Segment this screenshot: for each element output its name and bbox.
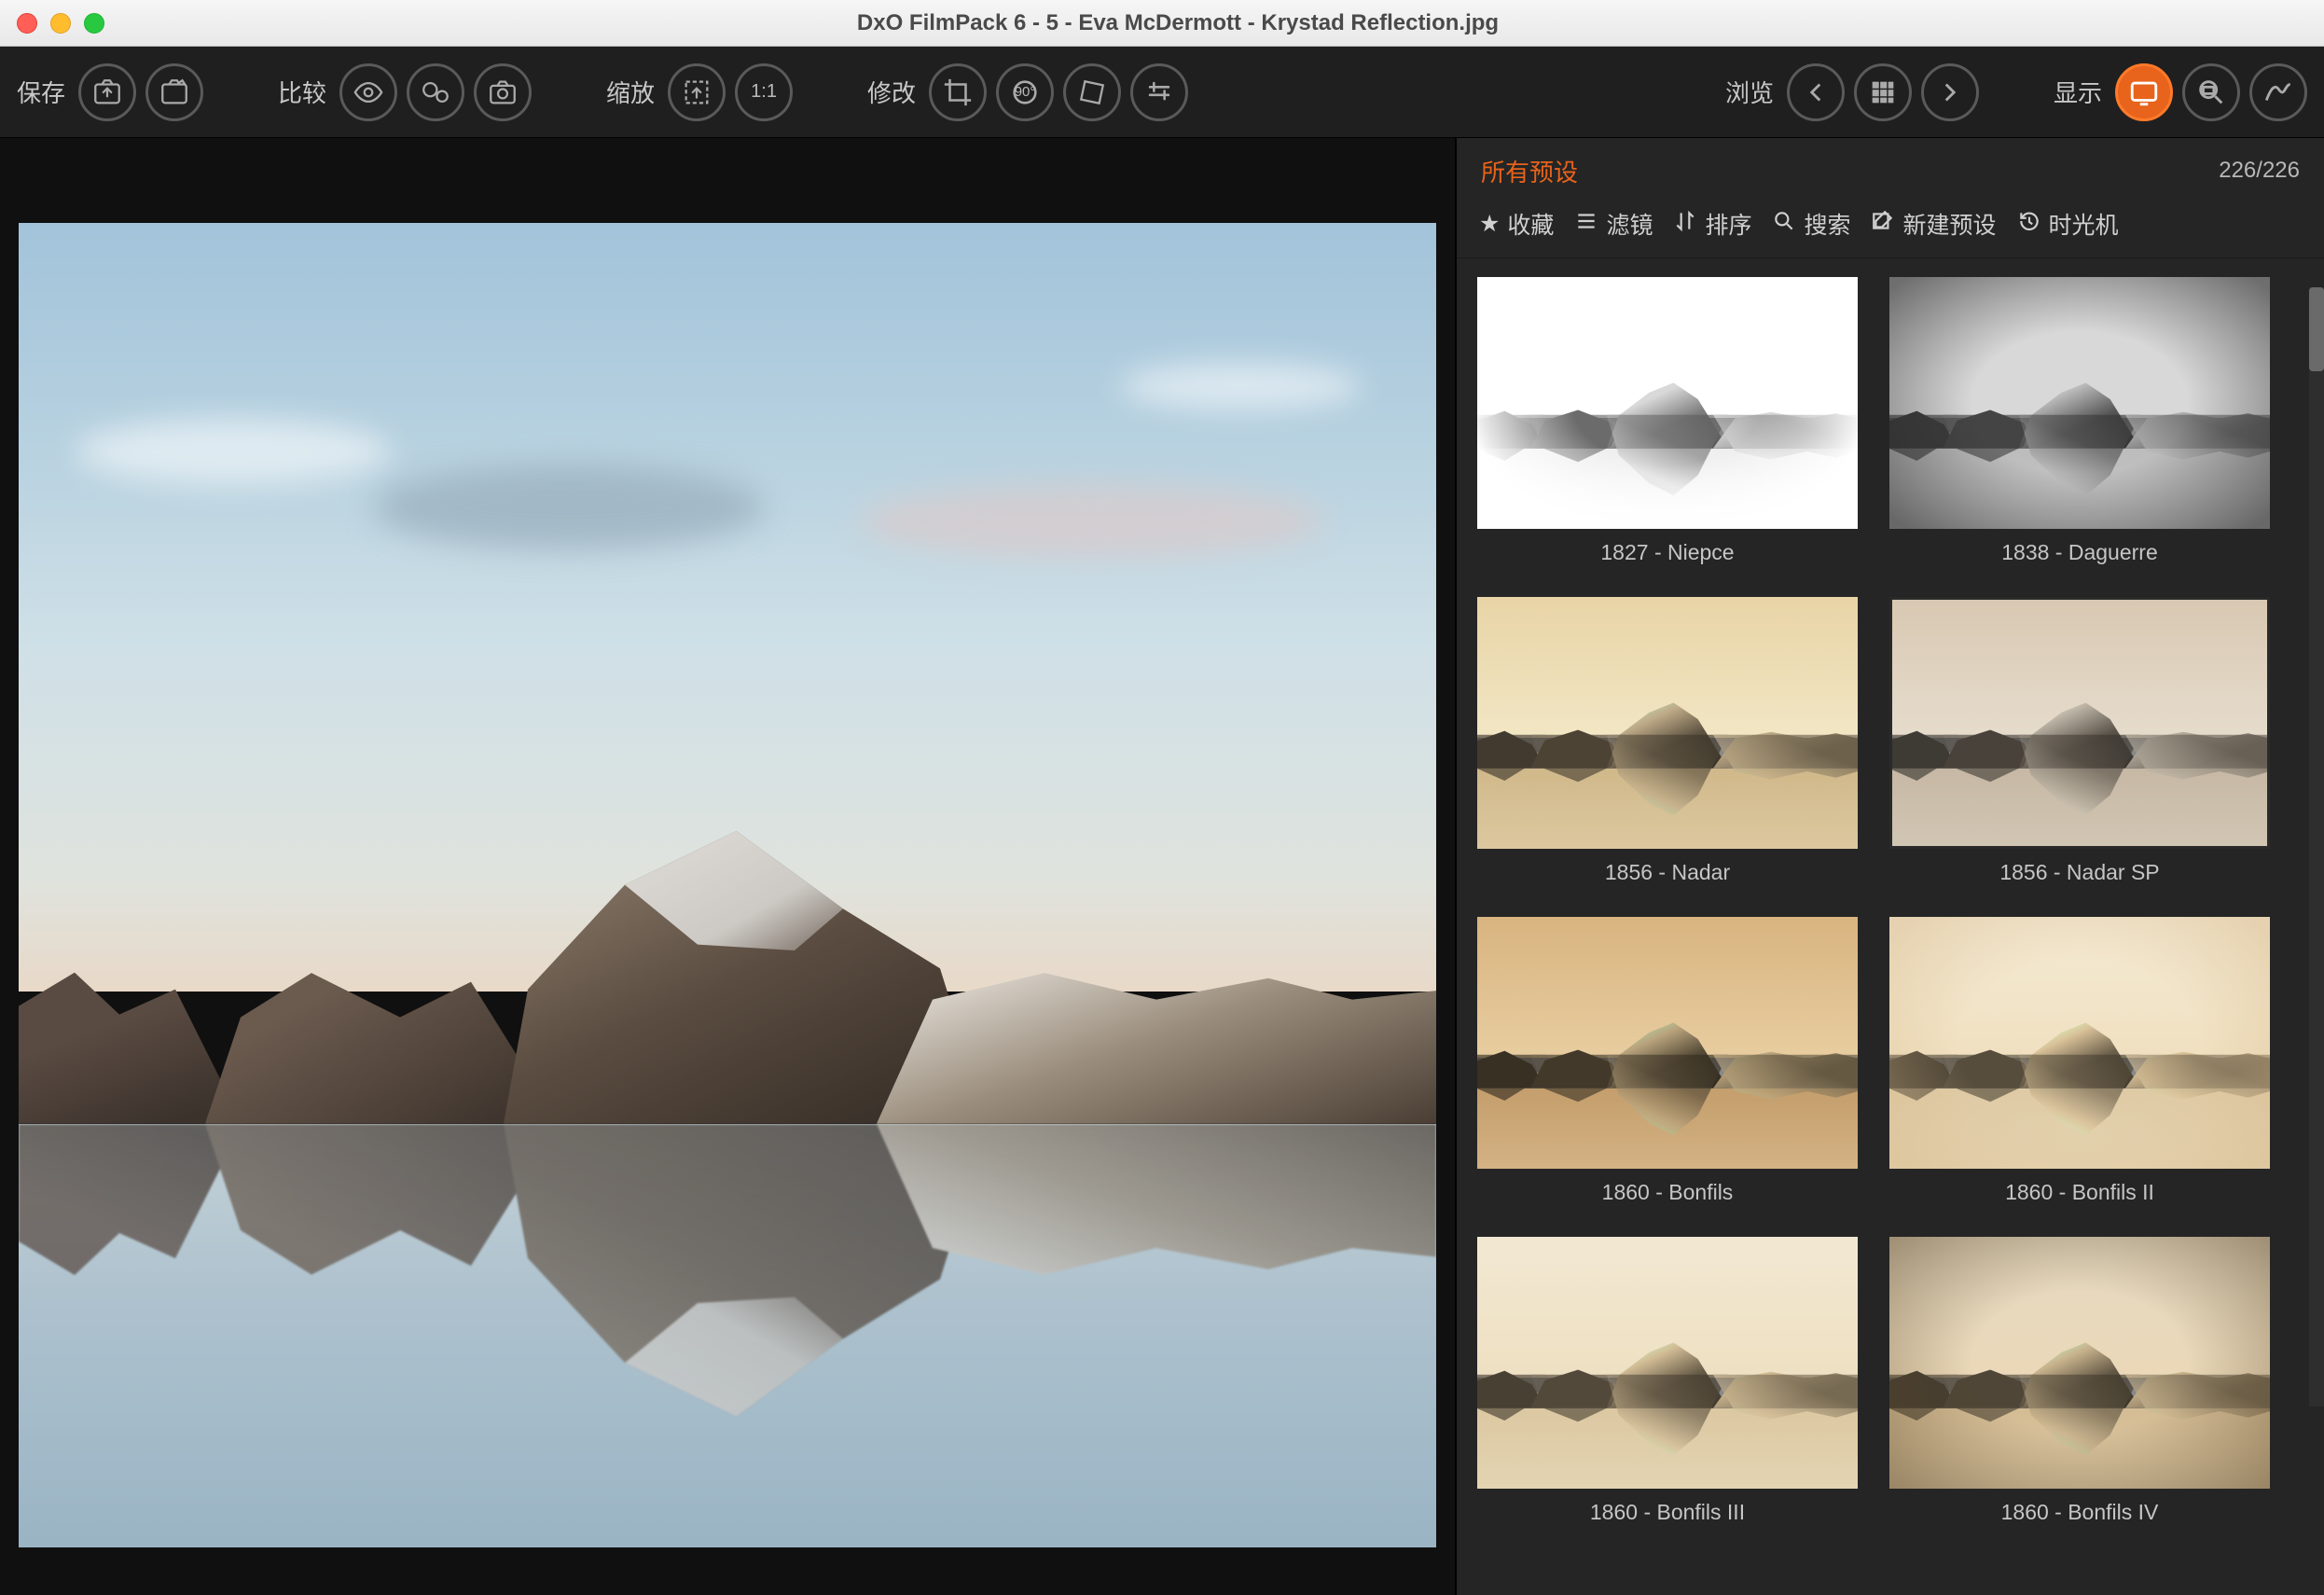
save-as-button[interactable] [78, 63, 136, 121]
star-icon: ★ [1479, 210, 1500, 238]
preset-label: 1827 - Niepce [1477, 529, 1858, 580]
compare-side-button[interactable] [407, 63, 464, 121]
export-button[interactable] [145, 63, 203, 121]
preset-filters: ★ 收藏 滤镜 排序 搜索 新建预设 时光机 [1457, 194, 2324, 258]
show-histogram-button[interactable] [2249, 63, 2307, 121]
zoom-fit-button[interactable] [668, 63, 726, 121]
preset-bonfils3[interactable]: 1860 - Bonfils III [1477, 1237, 1858, 1540]
next-image-button[interactable] [1921, 63, 1979, 121]
preset-bonfils2[interactable]: 1860 - Bonfils II [1889, 917, 2270, 1220]
prev-image-button[interactable] [1787, 63, 1845, 121]
preset-thumbnail [1889, 917, 2270, 1169]
grid-view-button[interactable] [1854, 63, 1912, 121]
snapshot-button[interactable] [474, 63, 532, 121]
preset-grid: 1827 - Niepce 1838 - Daguerre 1856 - Nadar… [1457, 258, 2324, 1595]
window-titlebar: DxO FilmPack 6 - 5 - Eva McDermott - Kry… [0, 0, 2324, 47]
browse-label: 浏览 [1725, 75, 1774, 109]
scrollbar-thumb[interactable] [2309, 287, 2324, 371]
time-machine-button[interactable]: 时光机 [2017, 207, 2119, 241]
preset-label: 1838 - Daguerre [1889, 529, 2270, 580]
compare-label: 比较 [278, 75, 326, 109]
preset-nadar[interactable]: 1856 - Nadar [1477, 597, 1858, 900]
preset-thumbnail [1477, 917, 1858, 1169]
edit-label: 修改 [867, 75, 916, 109]
presets-panel: 所有预设 226/226 ★ 收藏 滤镜 排序 搜索 新建预设 [1455, 138, 2324, 1595]
show-presets-button[interactable] [2115, 63, 2173, 121]
adjustments-button[interactable] [1130, 63, 1188, 121]
preset-daguerre[interactable]: 1838 - Daguerre [1889, 277, 2270, 580]
filter-button[interactable]: 滤镜 [1574, 207, 1653, 241]
preset-thumbnail [1477, 277, 1858, 529]
save-label: 保存 [17, 75, 65, 109]
close-button[interactable] [17, 13, 37, 34]
preset-count: 226/226 [2219, 158, 2300, 184]
preset-bonfils[interactable]: 1860 - Bonfils [1477, 917, 1858, 1220]
show-label: 显示 [2054, 75, 2102, 109]
preset-nadarsp[interactable]: 1856 - Nadar SP [1889, 597, 2270, 900]
favorites-filter[interactable]: ★ 收藏 [1479, 207, 1554, 241]
panel-scrollbar[interactable] [2309, 287, 2324, 1407]
compare-preview-button[interactable] [339, 63, 397, 121]
zoom-label: 缩放 [606, 75, 655, 109]
preset-bonfils4[interactable]: 1860 - Bonfils IV [1889, 1237, 2270, 1540]
window-controls [17, 13, 104, 34]
preset-label: 1860 - Bonfils III [1477, 1489, 1858, 1540]
edit-icon [1871, 209, 1895, 240]
sort-button[interactable]: 排序 [1673, 207, 1751, 241]
history-icon [2017, 209, 2041, 240]
rotate-button[interactable]: 90° [996, 63, 1054, 121]
preset-thumbnail [1477, 597, 1858, 849]
preview-image [19, 223, 1436, 1547]
preset-thumbnail [1889, 1237, 2270, 1489]
preset-label: 1856 - Nadar SP [1889, 849, 2270, 900]
main-toolbar: 保存 比较 缩放 1:1 修改 90° 浏览 显示 [0, 47, 2324, 138]
search-button[interactable]: 搜索 [1772, 207, 1850, 241]
search-icon [1772, 209, 1796, 240]
preset-label: 1860 - Bonfils IV [1889, 1489, 2270, 1540]
list-icon [1574, 209, 1598, 240]
crop-button[interactable] [929, 63, 987, 121]
preset-thumbnail [1477, 1237, 1858, 1489]
preset-label: 1860 - Bonfils II [1889, 1169, 2270, 1220]
straighten-button[interactable] [1063, 63, 1121, 121]
zoom-1to1-button[interactable]: 1:1 [735, 63, 793, 121]
panel-title: 所有预设 [1481, 154, 1578, 188]
preset-label: 1856 - Nadar [1477, 849, 1858, 900]
preset-niepce[interactable]: 1827 - Niepce [1477, 277, 1858, 580]
maximize-button[interactable] [84, 13, 104, 34]
preset-label: 1860 - Bonfils [1477, 1169, 1858, 1220]
show-loupe-button[interactable] [2182, 63, 2240, 121]
sort-icon [1673, 209, 1697, 240]
preset-thumbnail [1889, 277, 2270, 529]
preset-thumbnail [1889, 597, 2270, 849]
new-preset-button[interactable]: 新建预设 [1871, 207, 1996, 241]
minimize-button[interactable] [50, 13, 71, 34]
window-title: DxO FilmPack 6 - 5 - Eva McDermott - Kry… [104, 10, 2251, 36]
image-viewer[interactable] [0, 138, 1455, 1595]
